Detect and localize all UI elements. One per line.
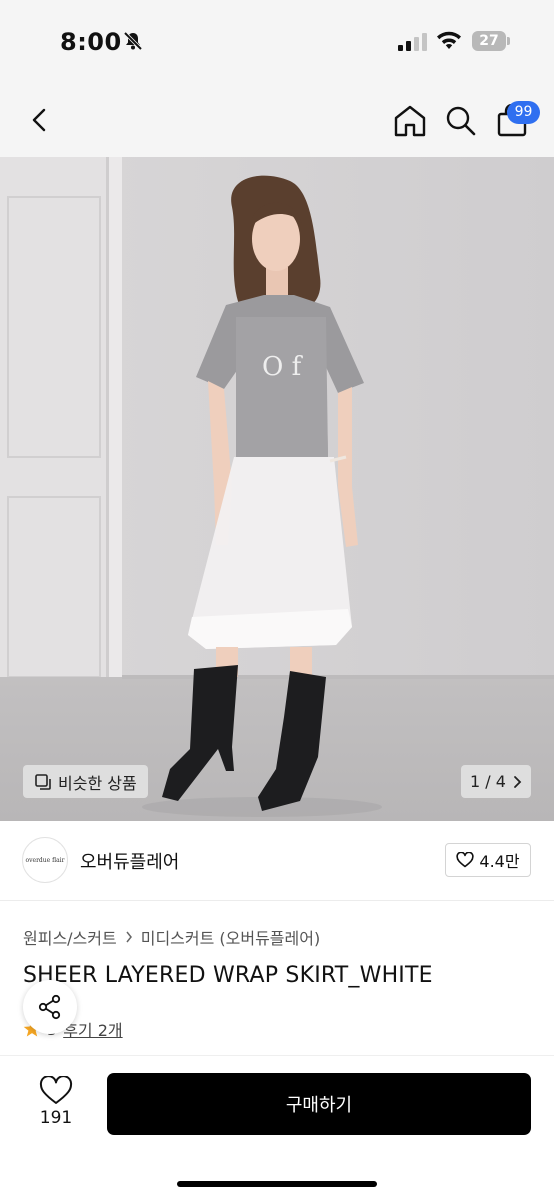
cellular-signal-icon (398, 33, 427, 51)
search-icon[interactable] (444, 104, 478, 138)
buy-button-label: 구매하기 (285, 1095, 353, 1116)
brand-name[interactable]: 오버듀플레어 (80, 848, 179, 874)
chevron-right-icon (126, 931, 132, 943)
similar-products-button[interactable]: 비슷한 상품 (23, 765, 148, 798)
home-icon[interactable] (392, 104, 428, 138)
brand-like-button[interactable]: 4.4만 (445, 843, 531, 877)
cart-count-badge: 99 (507, 101, 540, 124)
image-counter-button[interactable]: 1 / 4 (461, 765, 531, 798)
share-icon (38, 994, 61, 1020)
back-arrow-icon[interactable] (26, 106, 54, 134)
product-photo: O f (0, 157, 554, 821)
wifi-icon (437, 31, 461, 49)
wishlist-heart-icon[interactable] (34, 1076, 78, 1106)
svg-text:O f: O f (262, 352, 304, 382)
breadcrumb: 원피스/스커트 미디스커트 (오버듀플레어) (23, 925, 320, 949)
battery-tip (507, 37, 510, 45)
buy-button[interactable]: 구매하기 (107, 1073, 531, 1135)
similar-products-label: 비슷한 상품 (58, 773, 137, 793)
breadcrumb-item[interactable]: 미디스커트 (오버듀플레어) (141, 925, 321, 949)
battery-icon: 27 (472, 31, 506, 51)
bell-off-icon (123, 31, 143, 51)
home-indicator (177, 1181, 377, 1187)
copy-icon (35, 773, 51, 790)
brand-logo[interactable]: overdue flair (22, 837, 68, 883)
status-time: 8:00 (60, 28, 122, 56)
breadcrumb-item[interactable]: 원피스/스커트 (23, 925, 117, 949)
status-bar: 8:00 27 (0, 0, 554, 82)
product-title: SHEER LAYERED WRAP SKIRT_WHITE (23, 963, 433, 988)
brand-row: overdue flair 오버듀플레어 4.4만 (0, 821, 554, 901)
heart-icon (456, 852, 475, 868)
share-button[interactable] (23, 980, 77, 1034)
nav-header (0, 82, 554, 157)
wishlist-count: 191 (39, 1108, 73, 1128)
brand-logo-text: overdue flair (25, 856, 65, 864)
brand-like-count: 4.4만 (479, 852, 520, 871)
product-image[interactable]: O f (0, 157, 554, 821)
image-counter-label: 1 / 4 (470, 772, 506, 791)
chevron-right-icon (514, 775, 522, 788)
